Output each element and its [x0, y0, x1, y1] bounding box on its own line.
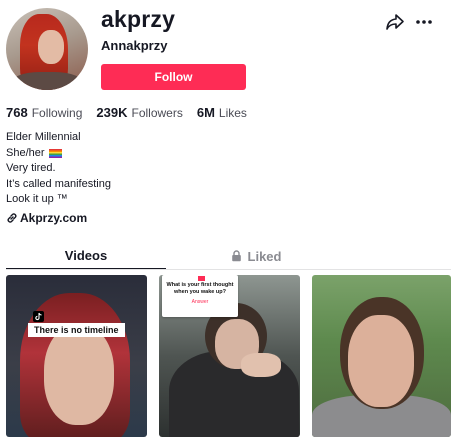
share-arrow-icon[interactable]	[385, 13, 405, 31]
bio-line-text: She/her	[6, 146, 45, 159]
stat-value: 768	[6, 105, 28, 120]
bio-line: She/her	[6, 146, 111, 162]
bio-line: It’s called manifesting	[6, 177, 111, 190]
stat-value: 239K	[96, 105, 128, 120]
question-answer-label: Answer	[191, 299, 209, 305]
stat-followers[interactable]: 239K Followers	[96, 105, 182, 120]
stat-label: Following	[31, 106, 83, 120]
profile-tabs: Videos Liked	[6, 242, 451, 270]
bio-line: Very tired.	[6, 162, 56, 174]
question-card: What is your first thought when you wake…	[162, 275, 238, 317]
tab-videos[interactable]: Videos	[6, 242, 166, 270]
stat-value: 6M	[196, 105, 215, 120]
tab-label: Videos	[64, 247, 108, 263]
stat-likes: 6M Likes	[197, 105, 247, 120]
tab-liked[interactable]: Liked	[166, 242, 346, 270]
question-flag-icon	[198, 276, 205, 281]
video-thumbnail[interactable]	[312, 275, 451, 437]
profile-link-text: Akprzy.com	[20, 211, 88, 225]
profile-username: akprzy	[101, 6, 176, 32]
follow-button[interactable]: Follow	[101, 64, 246, 90]
tabs-divider	[6, 269, 451, 270]
profile-nickname: Annakprzy	[101, 38, 168, 53]
stat-label: Likes	[218, 106, 247, 120]
profile-avatar[interactable]	[6, 8, 88, 90]
tiktok-logo-icon	[33, 311, 44, 322]
video-thumbnail[interactable]: There is no timeline	[6, 275, 147, 437]
link-icon	[7, 213, 17, 223]
stat-following[interactable]: 768 Following	[6, 105, 82, 120]
tab-label: Liked	[247, 248, 282, 264]
lock-icon	[231, 250, 241, 262]
profile-bio: Elder Millennial She/her Very tired. It’…	[6, 130, 111, 208]
stat-label: Followers	[131, 106, 183, 120]
rainbow-flag-icon	[48, 148, 62, 158]
profile-stats: 768 Following 239K Followers 6M Likes	[6, 105, 261, 120]
bio-line: Elder Millennial	[6, 131, 81, 143]
bio-line: Look it up ™	[6, 193, 68, 205]
profile-link[interactable]: Akprzy.com	[6, 211, 87, 225]
video-caption: There is no timeline	[28, 323, 125, 337]
video-thumbnail[interactable]: What is your first thought when you wake…	[159, 275, 300, 437]
question-text: What is your first thought when you wake…	[166, 282, 234, 295]
more-horizontal-icon[interactable]	[415, 14, 433, 30]
